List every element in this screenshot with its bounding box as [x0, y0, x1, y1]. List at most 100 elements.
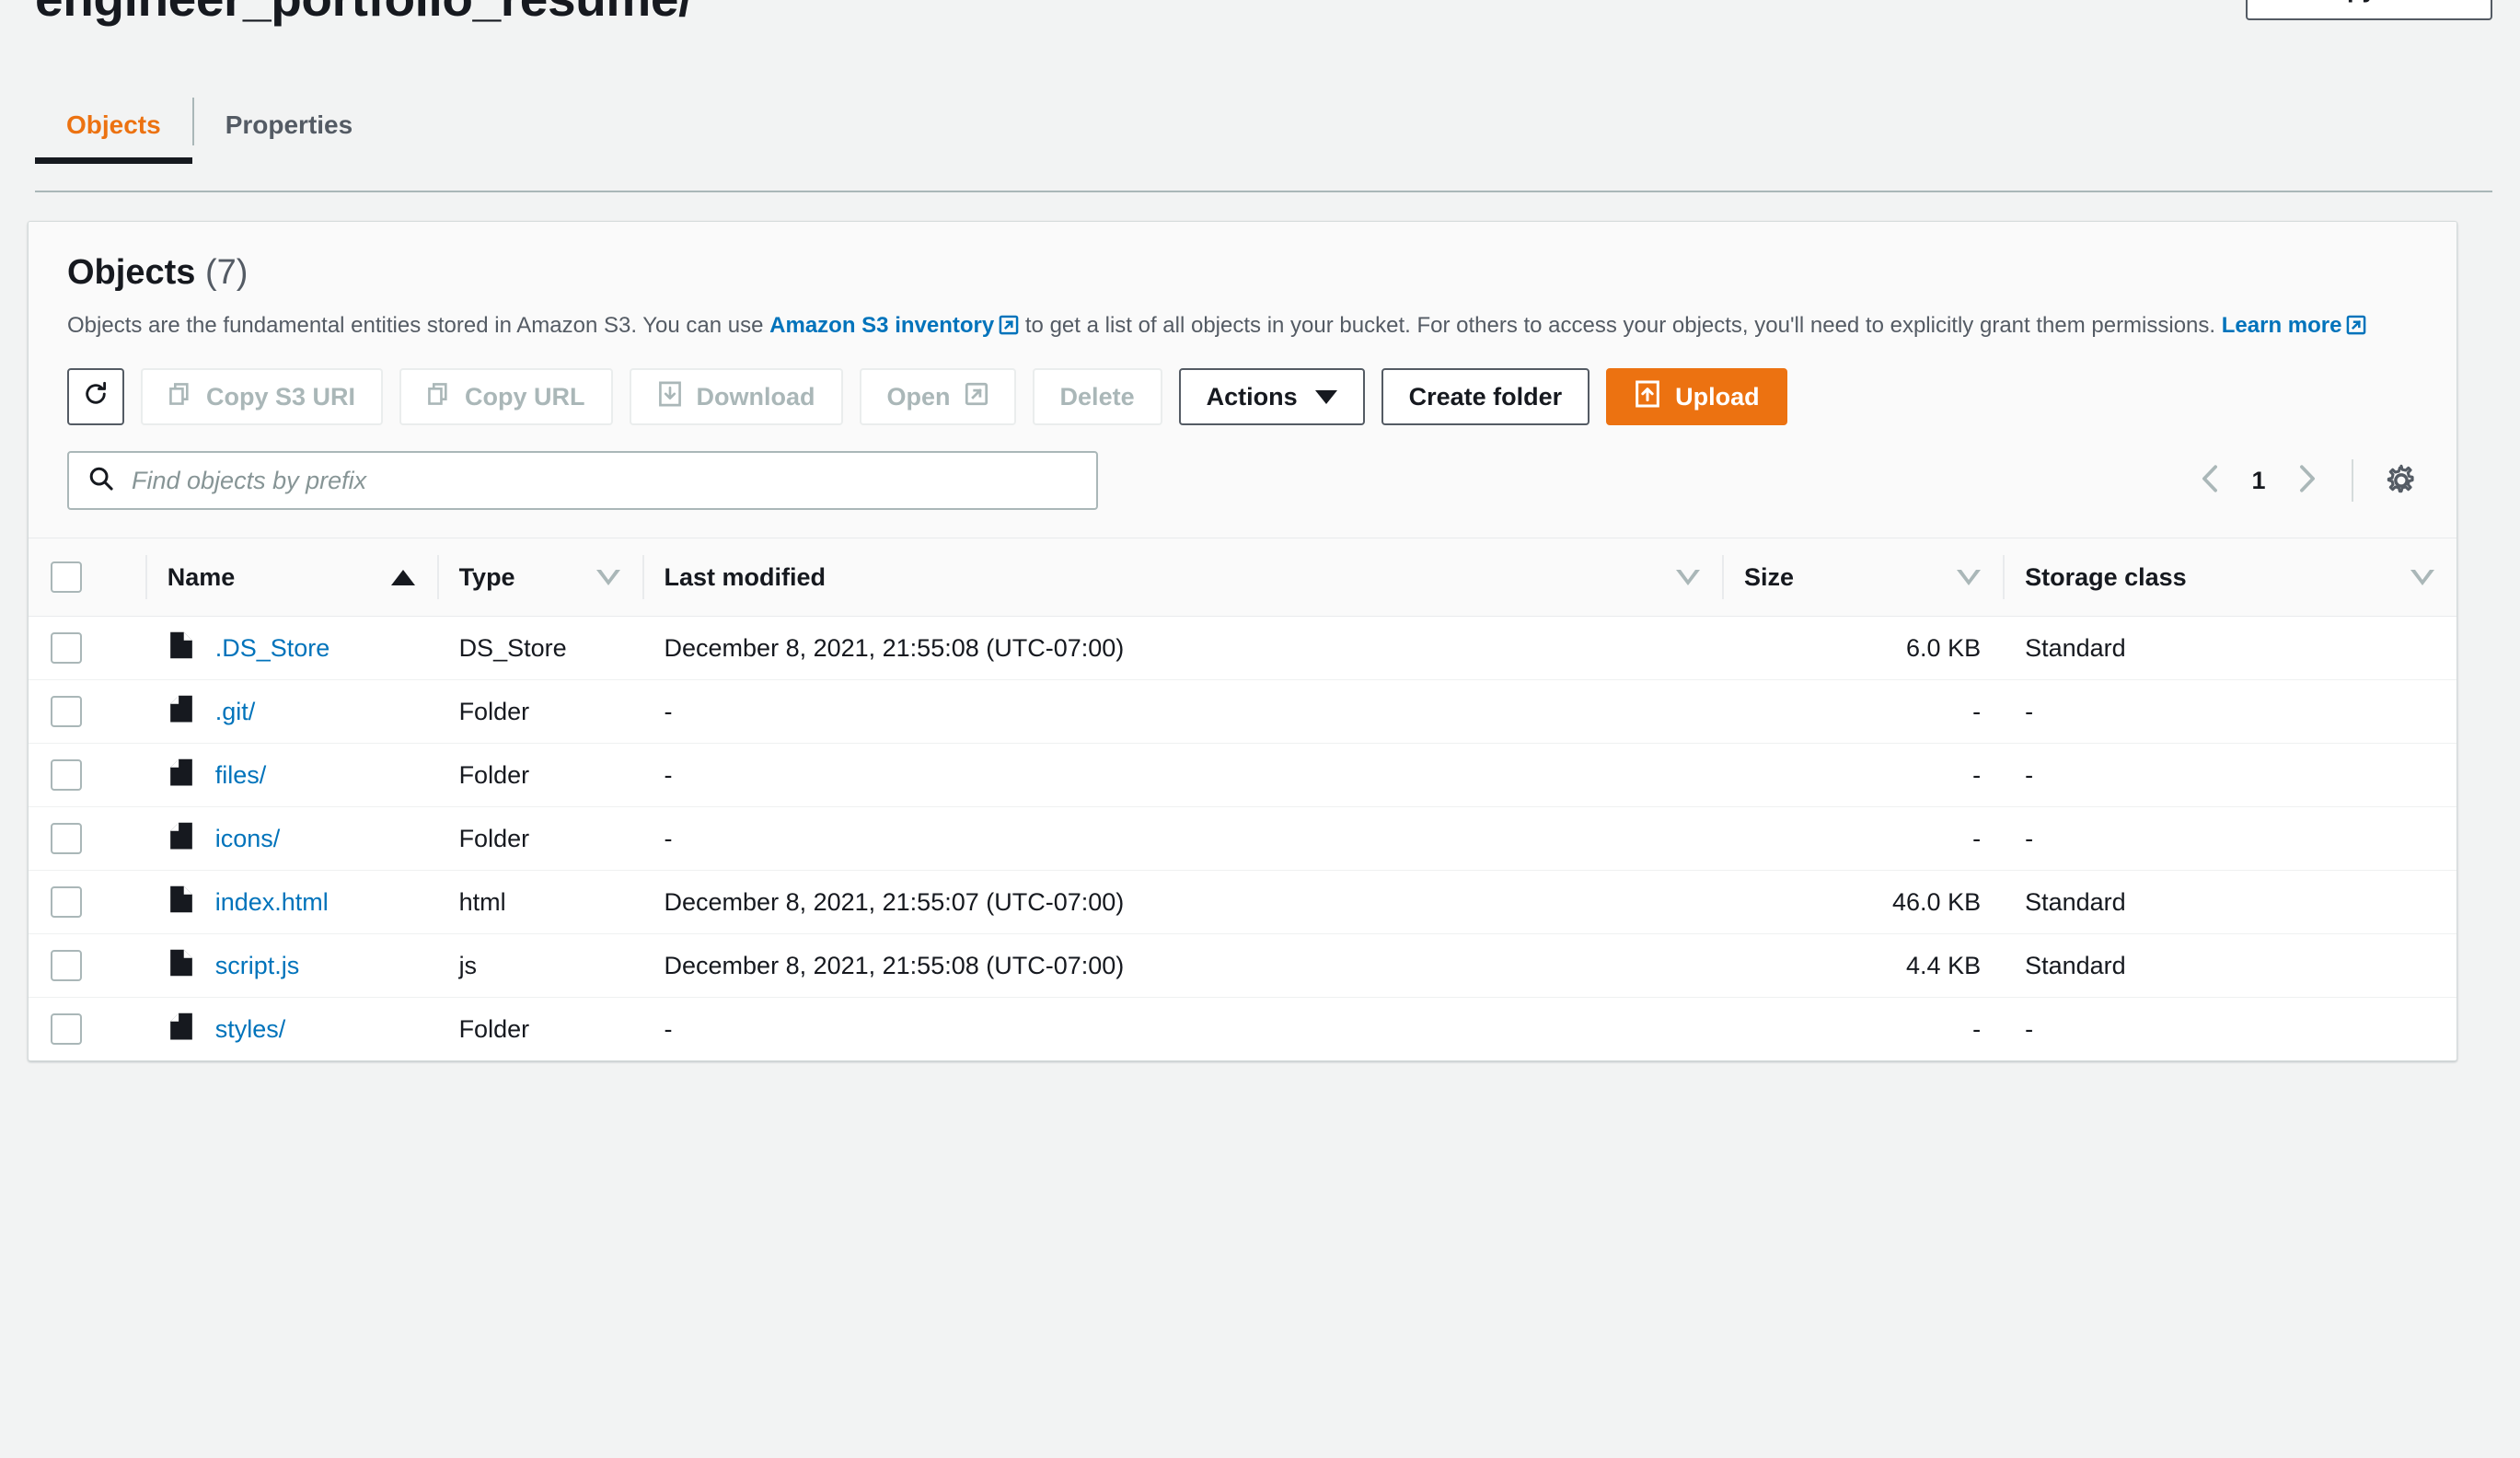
- row-type-cell: js: [436, 933, 642, 999]
- file-icon: [168, 885, 195, 920]
- chevron-down-icon: [1314, 389, 1337, 404]
- row-checkbox[interactable]: [51, 950, 82, 982]
- row-size-cell: 4.4 KB: [1722, 933, 2004, 999]
- file-icon: [168, 631, 195, 666]
- row-last-modified-cell: -: [642, 806, 1722, 872]
- row-select-cell: [29, 870, 145, 935]
- object-name-link[interactable]: styles/: [215, 1015, 286, 1044]
- download-label: Download: [696, 382, 815, 411]
- open-button[interactable]: Open: [859, 368, 1016, 426]
- row-size-cell: -: [1722, 743, 2004, 808]
- actions-button[interactable]: Actions: [1178, 368, 1365, 426]
- row-type-cell: Folder: [436, 743, 642, 808]
- row-type-cell: DS_Store: [436, 616, 642, 681]
- row-checkbox[interactable]: [51, 696, 82, 728]
- row-checkbox[interactable]: [51, 759, 82, 792]
- column-header-name[interactable]: Name: [144, 538, 437, 618]
- object-name-link[interactable]: script.js: [215, 952, 300, 980]
- upload-button[interactable]: Upload: [1606, 368, 1787, 426]
- create-folder-button[interactable]: Create folder: [1381, 368, 1590, 426]
- table-header-row: Name Type Last modified Size Storage cla…: [29, 538, 2456, 618]
- copy-s3-uri-label: Copy S3 URI: [206, 382, 356, 411]
- external-link-icon: [965, 382, 988, 412]
- row-type-cell: html: [436, 870, 642, 935]
- column-header-last-modified[interactable]: Last modified: [642, 538, 1722, 618]
- table-row: styles/Folder - - -: [29, 998, 2456, 1060]
- objects-panel-description: Objects are the fundamental entities sto…: [67, 310, 2387, 344]
- search-box[interactable]: [67, 451, 1098, 511]
- row-name-cell: index.html: [144, 870, 437, 935]
- tab-properties[interactable]: Properties: [194, 90, 385, 160]
- row-checkbox[interactable]: [51, 823, 82, 855]
- column-header-type-label: Type: [458, 562, 515, 591]
- pagination-divider: [2352, 459, 2353, 503]
- row-name-cell: .DS_Store: [144, 616, 437, 681]
- row-name-cell: script.js: [144, 933, 437, 999]
- object-name-link[interactable]: index.html: [215, 888, 329, 917]
- object-name-link[interactable]: icons/: [215, 825, 281, 853]
- row-name-cell: files/: [144, 743, 437, 808]
- row-name-cell: icons/: [144, 806, 437, 872]
- object-name-link[interactable]: .git/: [215, 698, 256, 726]
- row-checkbox[interactable]: [51, 1013, 82, 1046]
- filter-row: 1: [67, 451, 2418, 511]
- tab-bar: Objects Properties: [35, 90, 385, 164]
- row-last-modified-cell: -: [664, 1014, 673, 1043]
- select-all-checkbox[interactable]: [51, 561, 82, 594]
- row-last-modified-cell: December 8, 2021, 21:55:08 (UTC-07:00): [642, 616, 1722, 681]
- tab-properties-label: Properties: [225, 110, 353, 139]
- external-link-icon-2: [2346, 313, 2366, 344]
- copy-icon: [168, 382, 192, 412]
- column-header-storage-class[interactable]: Storage class: [2003, 538, 2456, 618]
- page-title: engineer_portfolio_resume/: [35, 0, 692, 28]
- delete-button[interactable]: Delete: [1032, 368, 1162, 426]
- copy-icon: [427, 382, 451, 412]
- upload-label: Upload: [1675, 382, 1760, 411]
- copy-s3-uri-button[interactable]: Copy S3 URI: [141, 368, 384, 426]
- copy-url-label: Copy URL: [465, 382, 585, 411]
- chevron-left-icon[interactable]: [2197, 463, 2225, 499]
- folder-icon: [168, 694, 195, 730]
- refresh-button[interactable]: [67, 368, 124, 426]
- tab-objects-label: Objects: [66, 110, 161, 139]
- copy-s3-uri-header-label: Copy S3 URI: [2314, 0, 2463, 4]
- object-name-link[interactable]: files/: [215, 761, 267, 790]
- sort-icon[interactable]: [1957, 569, 1982, 585]
- sort-icon[interactable]: [595, 569, 620, 585]
- objects-panel: Objects (7) Objects are the fundamental …: [28, 221, 2457, 1062]
- description-text-part1: Objects are the fundamental entities sto…: [67, 313, 770, 338]
- row-checkbox[interactable]: [51, 886, 82, 919]
- upload-icon: [1634, 380, 1661, 414]
- row-checkbox[interactable]: [51, 632, 82, 665]
- gear-icon[interactable]: [2385, 464, 2418, 497]
- learn-more-link[interactable]: Learn more: [2222, 313, 2342, 338]
- sort-icon[interactable]: [1676, 569, 1700, 585]
- column-header-size-label: Size: [1744, 562, 1795, 591]
- column-header-size[interactable]: Size: [1722, 538, 2004, 618]
- chevron-right-icon[interactable]: [2293, 463, 2320, 499]
- row-last-modified-cell: December 8, 2021, 21:55:08 (UTC-07:00): [642, 933, 1722, 999]
- page-number-1[interactable]: 1: [2248, 467, 2269, 495]
- amazon-s3-inventory-link[interactable]: Amazon S3 inventory: [769, 313, 994, 338]
- folder-icon: [168, 1012, 195, 1047]
- row-size-cell: -: [1972, 1014, 1982, 1043]
- table-row: .DS_Store DS_Store December 8, 2021, 21:55…: [29, 616, 2456, 681]
- search-input[interactable]: [130, 465, 1078, 496]
- copy-s3-uri-header-button[interactable]: Copy S3 URI: [2245, 0, 2492, 20]
- download-button[interactable]: Download: [629, 368, 843, 426]
- tab-objects[interactable]: Objects: [35, 90, 192, 164]
- pagination: 1: [2197, 459, 2418, 503]
- copy-url-button[interactable]: Copy URL: [399, 368, 613, 426]
- object-name-link[interactable]: .DS_Store: [215, 634, 330, 663]
- column-header-last-modified-label: Last modified: [664, 562, 827, 591]
- column-header-type[interactable]: Type: [436, 538, 642, 618]
- download-icon: [657, 381, 683, 413]
- sort-icon[interactable]: [2410, 569, 2434, 585]
- row-storage-class-cell: Standard: [2003, 616, 2456, 681]
- row-select-cell: [29, 743, 145, 808]
- sort-ascending-icon[interactable]: [390, 569, 415, 585]
- create-folder-label: Create folder: [1408, 382, 1563, 411]
- row-select-cell: [29, 616, 145, 681]
- row-storage-class-cell: Standard: [2003, 933, 2456, 999]
- select-all-header: [29, 538, 145, 618]
